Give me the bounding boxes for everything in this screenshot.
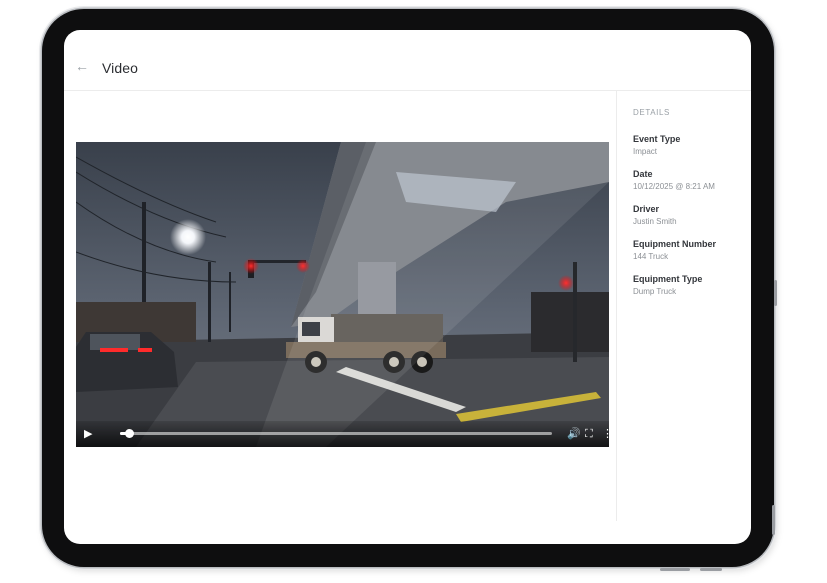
detail-value: 10/12/2025 @ 8:21 AM bbox=[633, 182, 715, 191]
more-vertical-icon[interactable]: ⋮ bbox=[602, 427, 609, 441]
page-header: ← Video bbox=[64, 30, 751, 91]
volume-icon[interactable]: 🔊 bbox=[567, 427, 581, 441]
detail-value: Justin Smith bbox=[633, 217, 677, 226]
tablet-bottom-button bbox=[660, 568, 690, 571]
detail-label: Equipment Type bbox=[633, 274, 703, 284]
details-panel: DETAILS Event Type Impact Date 10/12/202… bbox=[633, 108, 751, 308]
video-frame bbox=[76, 142, 609, 447]
detail-driver: Driver Justin Smith bbox=[633, 203, 751, 227]
tablet-bottom-button bbox=[700, 568, 722, 571]
play-icon[interactable]: ▶ bbox=[84, 427, 98, 441]
arrow-left-icon[interactable]: ← bbox=[74, 58, 90, 74]
video-player[interactable]: ▶ 🔊 ⛶ ⋮ bbox=[76, 142, 609, 447]
detail-label: Driver bbox=[633, 204, 660, 214]
page-title: Video bbox=[102, 60, 139, 76]
detail-value: 144 Truck bbox=[633, 252, 669, 261]
panel-divider bbox=[616, 91, 617, 521]
fullscreen-icon[interactable]: ⛶ bbox=[585, 427, 593, 441]
detail-value: Dump Truck bbox=[633, 287, 677, 296]
detail-equipment-number: Equipment Number 144 Truck bbox=[633, 238, 751, 262]
video-progress-bar[interactable] bbox=[120, 429, 552, 438]
detail-event-type: Event Type Impact bbox=[633, 133, 751, 157]
video-scrubber[interactable] bbox=[124, 429, 134, 438]
detail-label: Event Type bbox=[633, 134, 681, 144]
video-controls: ▶ 🔊 ⛶ ⋮ bbox=[76, 421, 609, 447]
detail-date: Date 10/12/2025 @ 8:21 AM bbox=[633, 168, 751, 192]
detail-equipment-type: Equipment Type Dump Truck bbox=[633, 273, 751, 297]
detail-label: Equipment Number bbox=[633, 239, 717, 249]
detail-label: Date bbox=[633, 169, 653, 179]
tablet-side-button bbox=[772, 505, 775, 535]
details-heading: DETAILS bbox=[633, 108, 670, 117]
app-screen: ← Video ▶ 🔊 ⛶ ⋮ DETAILS Event Type Impac… bbox=[64, 30, 751, 544]
detail-value: Impact bbox=[633, 147, 658, 156]
tablet-side-button bbox=[774, 280, 777, 306]
